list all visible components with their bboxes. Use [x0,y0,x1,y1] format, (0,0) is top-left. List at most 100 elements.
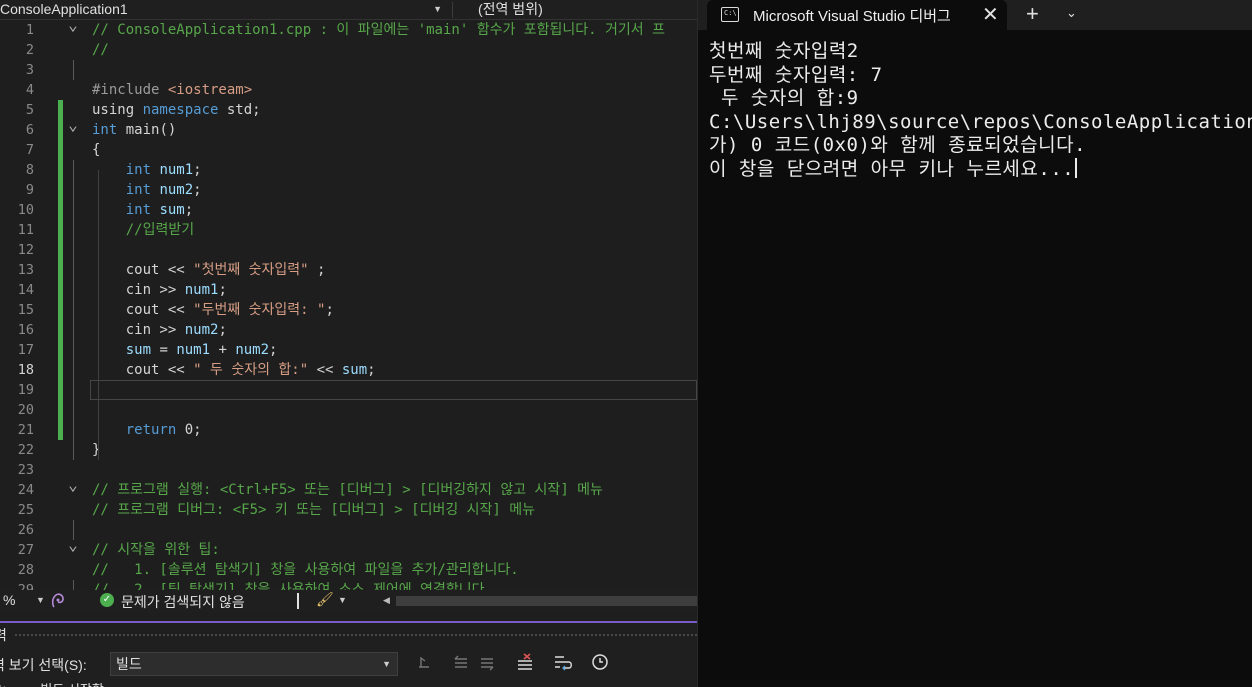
line-number: 28 [17,562,34,578]
project-dropdown[interactable]: ConsoleApplication1 ▼ [0,0,448,19]
change-indicator [58,180,63,200]
chevron-down-icon[interactable]: ⌄ [1066,5,1077,21]
output-panel: 력 력 보기 선택(S): 빌드 ▼ 1>------ 빌드 시작함 [0,623,697,687]
cleanup-chevron-down-icon[interactable]: ▼ [338,595,347,605]
code-line[interactable]: 27 ⌄// 시작을 위한 팁: [0,535,697,560]
code-token: //입력받기 [125,222,195,238]
code-line[interactable]: 16 cin >> num2; [0,320,697,340]
ai-assistant-icon[interactable] [50,592,66,610]
new-tab-button[interactable]: + [1026,1,1039,27]
line-number: 20 [17,402,34,418]
code-token: // 프로그램 디버그: <F5> 키 또는 [디버그] > [디버깅 시작] … [92,502,536,518]
line-number: 13 [17,262,34,278]
code-text: int num2; [92,180,202,200]
clear-all-icon[interactable] [514,653,536,675]
close-icon[interactable]: ✕ [982,2,999,27]
output-source-select[interactable]: 빌드 ▼ [110,652,398,676]
code-text: // [92,40,109,60]
code-text: int sum; [92,200,193,220]
code-line[interactable]: 19 [0,380,697,400]
panel-drag-handle[interactable] [14,633,697,637]
code-line[interactable]: 22} [0,440,697,460]
code-line[interactable]: 10 int sum; [0,200,697,220]
code-line[interactable]: 15 cout << "두번째 숫자입력: "; [0,300,697,320]
code-text: return 0; [92,420,202,440]
change-indicator [58,420,63,440]
terminal-output[interactable]: 첫번째 숫자입력2 두번째 숫자입력: 7 두 숫자의 합:9 C:\Users… [709,40,1252,181]
scope-dropdown[interactable]: (전역 범위) [478,0,543,18]
fold-toggle-icon[interactable]: ⌄ [66,115,80,135]
code-line[interactable]: 17 sum = num1 + num2; [0,340,697,360]
code-line[interactable]: 25 // 프로그램 디버그: <F5> 키 또는 [디버그] > [디버깅 시작… [0,500,697,520]
code-line[interactable]: 4 #include <iostream> [0,80,697,100]
code-token: ; [218,322,227,338]
code-line[interactable]: 8 int num1; [0,160,697,180]
code-line[interactable]: 12 [0,240,697,260]
code-text: cout << " 두 숫자의 합:" << sum; [92,360,376,380]
chevron-down-icon: ▼ [382,659,391,669]
code-token: return [125,422,177,438]
code-area[interactable]: 1 ⌄ // ConsoleApplication1.cpp : 이 파일에는 'm… [0,20,697,590]
code-line[interactable]: 13 cout << "첫번째 숫자입력" ; [0,260,697,280]
code-line[interactable]: 20 [0,400,697,420]
terminal-line: 가) 0 코드(0x0)와 함께 종료되었습니다. [709,134,1087,156]
horizontal-scrollbar[interactable] [396,596,697,606]
code-line[interactable]: 11 //입력받기 [0,220,697,240]
code-token: num1 [151,162,194,178]
clock-icon[interactable] [589,653,611,675]
code-line[interactable]: 29 // 2. [팀 탐색기] 창을 사용하여 소스 제어에 연결합니다. [0,580,697,590]
change-indicator [58,320,63,340]
debug-console-window: C:\ Microsoft Visual Studio 디버그 ✕ + ⌄ 첫번… [697,0,1252,687]
code-line[interactable]: 6 ⌄ int main() [0,115,697,140]
code-token: ; [367,362,376,378]
terminal-tab[interactable]: C:\ Microsoft Visual Studio 디버그 ✕ [707,0,1007,30]
code-token: num1 [184,282,219,298]
code-token: int [125,202,152,218]
previous-message-icon[interactable] [450,653,472,675]
code-token: int [125,162,152,178]
output-source-value: 빌드 [116,656,142,672]
code-line[interactable]: 23 [0,460,697,480]
code-cleanup-icon[interactable]: 🖌 [316,591,334,608]
change-indicator [58,160,63,180]
issues-status[interactable]: 문제가 검색되지 않음 [121,592,245,612]
terminal-line-text: 이 창을 닫으려면 아무 키나 누르세요... [709,157,1075,180]
code-token: int [125,182,152,198]
code-line[interactable]: 14 cin >> num1; [0,280,697,300]
fold-toggle-icon[interactable]: ⌄ [66,20,80,35]
line-number: 11 [17,222,34,238]
code-line[interactable]: 5 using namespace std; [0,100,697,120]
code-text: } [92,440,100,460]
code-line[interactable]: 18 cout << " 두 숫자의 합:" << sum; [0,360,697,380]
text-cursor [1075,157,1078,178]
code-token: = [151,342,177,358]
code-text: cin >> num2; [92,320,227,340]
code-token: ; [325,302,334,318]
code-line[interactable]: 26 [0,520,697,540]
code-token: num2 [184,322,219,338]
zoom-level[interactable]: % [3,592,15,608]
code-line[interactable]: 24 ⌄ // 프로그램 실행: <Ctrl+F5> 또는 [디버그] > [디버깅… [0,475,697,500]
code-line[interactable]: 7{ [0,140,697,160]
scroll-left-icon[interactable]: ◀ [383,595,390,606]
zoom-chevron-down-icon[interactable]: ▼ [36,595,45,605]
change-indicator [58,400,63,420]
code-token: int [92,122,118,138]
code-line[interactable]: 21 return 0; [0,420,697,440]
code-line[interactable]: 3 [0,60,697,80]
change-indicator [58,220,63,240]
code-line[interactable]: 1 ⌄ // ConsoleApplication1.cpp : 이 파일에는 'm… [0,20,697,40]
code-line[interactable]: 28 // 1. [솔루션 탐색기] 창을 사용하여 파일을 추가/관리합니다. [0,560,697,580]
code-text: using namespace std; [92,100,261,120]
code-token: 0; [176,422,202,438]
code-token: num1 [176,342,211,358]
code-token: num2 [151,182,194,198]
next-message-icon[interactable] [476,653,498,675]
terminal-line: 두 숫자의 합:9 [709,87,859,109]
line-number: 5 [25,102,34,118]
code-line[interactable]: 2 // [0,40,697,60]
fold-toggle-icon[interactable]: ⌄ [66,475,80,495]
code-line[interactable]: 9 int num2; [0,180,697,200]
word-wrap-icon[interactable] [552,653,574,675]
go-to-error-icon[interactable] [413,653,435,675]
